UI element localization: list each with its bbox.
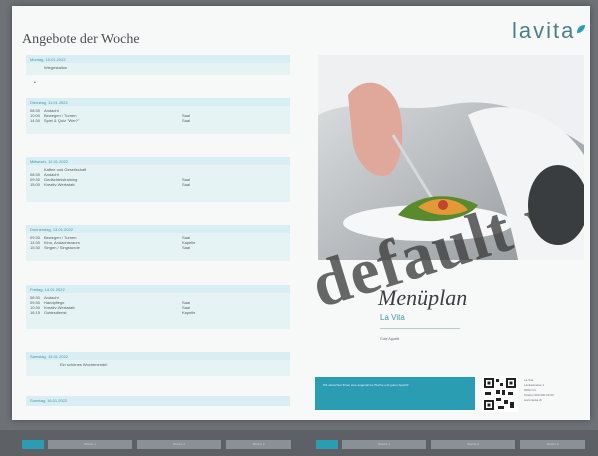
- table-row: 16:15 Gottesdienst Kapelle: [30, 310, 196, 315]
- day-block-sunday: Sonntag, 16.01.2022: [26, 396, 290, 406]
- menu-subtitle: La Vita: [380, 313, 405, 322]
- table-row: 14:30 Spiel & Quiz "Wer?" Saal: [30, 118, 191, 123]
- contact-line: www.lavita.ch: [524, 398, 543, 402]
- day-block-thursday: Donnerstag, 13.01.2022 09:30 Bewegen / Tu…: [26, 225, 290, 261]
- qr-code-icon: [482, 376, 518, 412]
- page-tab-6[interactable]: Woche 1: [342, 440, 426, 449]
- page-title: Angebote der Woche: [22, 32, 140, 47]
- info-banner-text: Wir wünschen Ihnen eine angenehme Woche …: [323, 383, 409, 387]
- cursor-marker: •: [34, 80, 36, 86]
- page-tab-4[interactable]: Woche 3: [226, 440, 291, 449]
- page-tab-8[interactable]: Woche 3: [520, 440, 585, 449]
- day-heading: Freitag, 14.01.2022: [26, 285, 290, 293]
- page-tab-5[interactable]: [316, 440, 338, 449]
- page-tab-7[interactable]: Woche 2: [431, 440, 515, 449]
- day-block-tuesday: Dienstag, 11.01.2022 08:30 Andacht 10:00 B…: [26, 98, 290, 134]
- day-heading: Mittwoch, 12.01.2022: [26, 157, 290, 165]
- table-row: 15:30 Singen / Singstunde Saal: [30, 245, 191, 250]
- logo-text: lavita: [512, 18, 576, 43]
- table-row: 15:00 Kreativ-Werkstatt Saal: [30, 182, 191, 187]
- table-row: Wiegestation: [44, 65, 68, 70]
- day-block-monday: Montag, 10.01.2022 Wiegestation: [26, 55, 290, 75]
- day-heading: Donnerstag, 13.01.2022: [26, 225, 290, 233]
- page-tab-3[interactable]: Woche 2: [137, 440, 221, 449]
- day-note: Ein schönes Wochenende!: [60, 362, 108, 367]
- divider: [380, 328, 460, 329]
- menu-small-text: Gute Appetit: [380, 337, 400, 341]
- day-block-friday: Freitag, 14.01.2022 08:30 Andacht 09:30 Ha…: [26, 285, 290, 329]
- leaf-icon: [577, 25, 585, 33]
- page-tab-1[interactable]: [22, 440, 44, 449]
- info-banner: Wir wünschen Ihnen eine angenehme Woche …: [315, 377, 475, 410]
- day-heading: Sonntag, 16.01.2022: [26, 396, 290, 406]
- day-heading: Samstag, 15.01.2022: [26, 352, 290, 360]
- page-tab-2[interactable]: Woche 1: [48, 440, 132, 449]
- day-heading: Montag, 10.01.2022: [26, 55, 290, 63]
- contact-info: La Vita Lavitastrasse 1 0000 Ort Telefon…: [524, 378, 584, 403]
- day-block-wednesday: Mittwoch, 12.01.2022 Kaffee und Gesellsc…: [26, 157, 290, 202]
- day-heading: Dienstag, 11.01.2022: [26, 98, 290, 106]
- day-block-saturday: Samstag, 15.01.2022 Ein schönes Wochenen…: [26, 352, 290, 376]
